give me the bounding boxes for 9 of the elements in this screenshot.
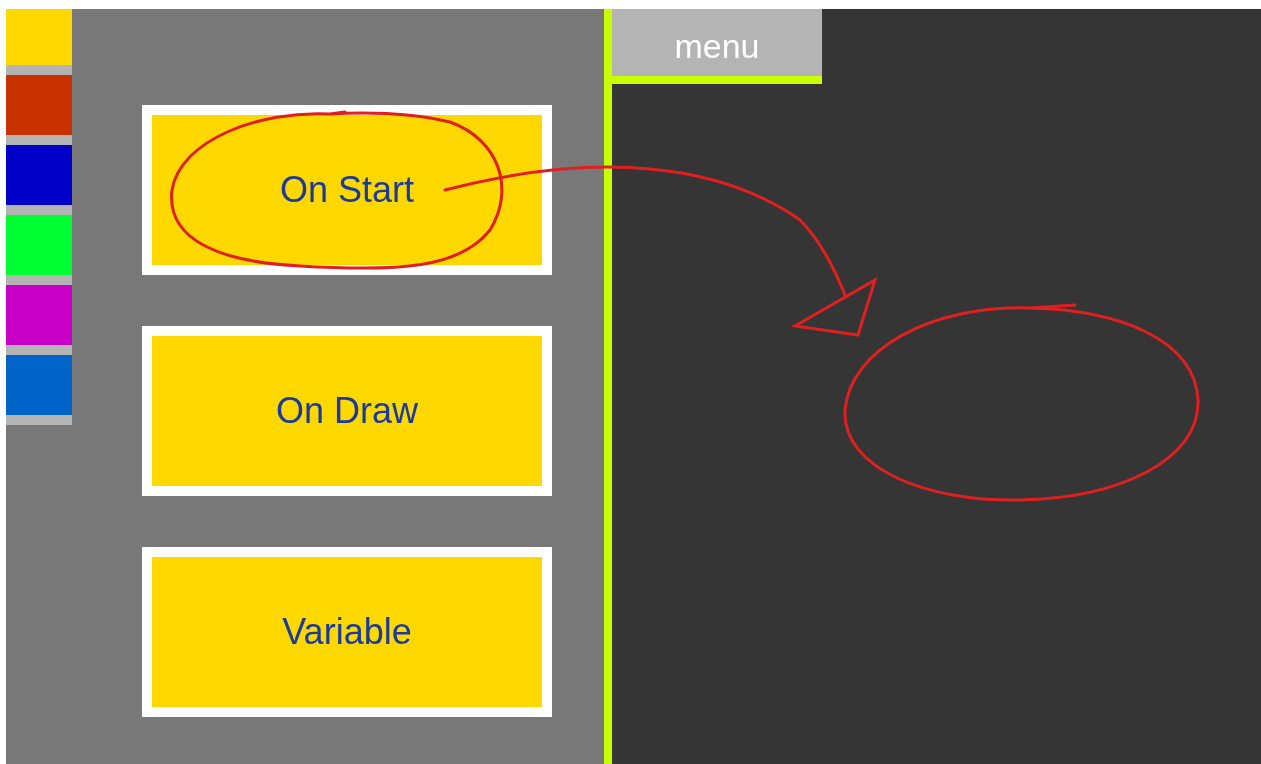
code-block[interactable]: Variable bbox=[152, 557, 542, 707]
code-block[interactable]: On Start bbox=[152, 115, 542, 265]
color-swatch[interactable] bbox=[6, 285, 72, 355]
color-swatch[interactable] bbox=[6, 355, 72, 425]
color-swatch[interactable] bbox=[6, 9, 72, 75]
color-swatch[interactable] bbox=[6, 215, 72, 285]
code-block[interactable]: On Draw bbox=[152, 336, 542, 486]
color-swatch[interactable] bbox=[6, 145, 72, 215]
color-swatch[interactable] bbox=[6, 75, 72, 145]
